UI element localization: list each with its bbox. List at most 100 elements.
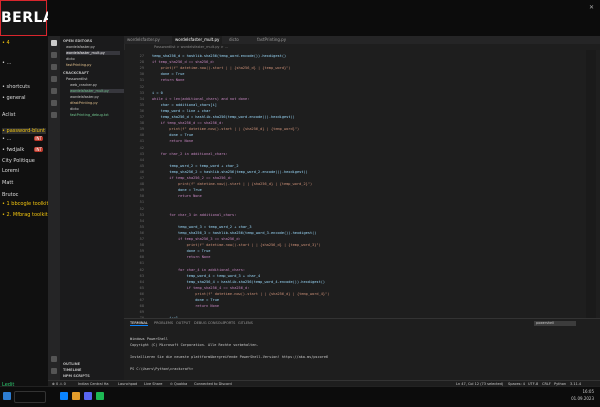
- code-line[interactable]: while i < len(additional_chars) and not …: [152, 97, 249, 101]
- code-line[interactable]: done = True: [152, 72, 185, 76]
- folder-item[interactable]: dicto: [70, 107, 79, 111]
- code-line[interactable]: done = True: [152, 298, 219, 302]
- code-line[interactable]: if temp_sha256_d == sha256_d:: [152, 121, 224, 125]
- left-panel-item[interactable]: • 2. Mfbrag toolkit: [2, 212, 48, 218]
- discord-icon[interactable]: [84, 392, 92, 400]
- left-panel-item[interactable]: • shortcuts: [2, 84, 30, 90]
- left-panel-item[interactable]: Loremi: [2, 168, 19, 174]
- panel-tab-terminal[interactable]: TERMINAL: [130, 321, 148, 326]
- panel-tab-debug-console[interactable]: DEBUG CONSOLE: [194, 321, 225, 325]
- brand-logo[interactable]: BERLAB: [0, 0, 65, 36]
- left-panel-item[interactable]: • general: [2, 95, 26, 101]
- left-panel-item[interactable]: Matt: [2, 180, 13, 186]
- code-line[interactable]: print(f" datetime.now()-start | | {sha25…: [152, 182, 312, 186]
- line-number: 68: [139, 304, 144, 309]
- editor-tab-active[interactable]: wordelsfaster_mult.py: [172, 36, 223, 44]
- folder-item[interactable]: web_cracker.py: [70, 83, 97, 87]
- code-line[interactable]: for char_2 in additional_chars:: [152, 152, 228, 156]
- taskbar-time[interactable]: 16:05: [582, 389, 594, 394]
- open-editors-header[interactable]: OPEN EDITORS: [63, 39, 92, 43]
- left-panel-item[interactable]: • 4: [2, 40, 10, 46]
- terminal-prompt[interactable]: PS C:\Users\Python\crackcraft>: [130, 367, 193, 371]
- folder-item[interactable]: Passwordlist: [66, 77, 88, 81]
- panel-tab-ports[interactable]: PORTS: [224, 321, 235, 325]
- code-line[interactable]: temp_sha256_d = hashlib.sha256(temp_word…: [152, 54, 286, 58]
- code-line[interactable]: temp_sha256_d = hashlib.sha256(temp_word…: [152, 115, 295, 119]
- left-panel-item[interactable]: City Politique: [2, 158, 35, 164]
- left-panel-item[interactable]: Aclist: [2, 112, 15, 118]
- code-line[interactable]: done = True: [152, 188, 202, 192]
- code-line[interactable]: return None: [152, 78, 185, 82]
- code-line[interactable]: temp_sha256_2 = hashlib.sha256(temp_word…: [152, 170, 307, 174]
- code-line[interactable]: done = True: [152, 133, 193, 137]
- code-line[interactable]: temp_sha256_3 = hashlib.sha256(temp_word…: [152, 231, 316, 235]
- extensions-icon[interactable]: [51, 88, 57, 94]
- code-line[interactable]: i = 0: [152, 91, 163, 95]
- code-editor[interactable]: 27 temp_sha256_d = hashlib.sha256(temp_wo…: [124, 50, 590, 318]
- code-line[interactable]: temp_word_2 = temp_word + char_2: [152, 164, 238, 168]
- left-panel-item[interactable]: • …: [2, 136, 12, 142]
- left-panel-item[interactable]: • …: [2, 60, 12, 66]
- spotify-icon[interactable]: [96, 392, 104, 400]
- code-line[interactable]: if temp_sha256_2 == sha256_d:: [152, 176, 232, 180]
- folder-header[interactable]: CRACKCRAFT: [63, 71, 89, 75]
- code-line[interactable]: print(f" datetime.now()-start | | {sha25…: [152, 127, 299, 131]
- folder-item[interactable]: fastPrinting_debug.txt: [70, 113, 109, 117]
- editor-tab[interactable]: dicto: [226, 36, 242, 44]
- terminal-shell-select[interactable]: powershell: [534, 321, 576, 326]
- account-icon[interactable]: [51, 356, 57, 362]
- folder-item[interactable]: wordelsfaster.py: [70, 95, 99, 99]
- code-line[interactable]: char = additional_chars[i]: [152, 103, 217, 107]
- code-line[interactable]: done = True: [152, 249, 211, 253]
- panel-tab-output[interactable]: OUTPUT: [176, 321, 190, 325]
- open-editor-item[interactable]: wordelsfaster_mult.py: [66, 51, 120, 55]
- panel-tab-gitlens[interactable]: GITLENS: [238, 321, 253, 325]
- panel-tab-problems[interactable]: PROBLEMS: [154, 321, 173, 325]
- close-icon[interactable]: ✕: [589, 4, 594, 11]
- code-line[interactable]: return None: [152, 255, 211, 259]
- search-icon[interactable]: [51, 52, 57, 58]
- vscode-icon[interactable]: [60, 392, 68, 400]
- code-line[interactable]: return None: [152, 139, 193, 143]
- testing-icon[interactable]: [51, 112, 57, 118]
- taskbar-search[interactable]: [14, 391, 46, 403]
- code-line[interactable]: for char_3 in additional_chars:: [152, 213, 236, 217]
- editor-tab[interactable]: wordelsfaster.py: [124, 36, 163, 44]
- start-icon[interactable]: [3, 392, 11, 400]
- open-editor-item[interactable]: fastPrinting.py: [66, 63, 91, 67]
- code-line[interactable]: return None: [152, 194, 202, 198]
- code-line[interactable]: if temp_sha256_d == sha256_d:: [152, 60, 215, 64]
- left-panel-item[interactable]: • password-blunt: [2, 128, 46, 134]
- left-panel-item[interactable]: • 1 bbcogle toolkit: [2, 201, 48, 207]
- code-line[interactable]: if temp_sha256_4 == sha256_d:: [152, 286, 250, 290]
- code-line[interactable]: temp_word = line + char: [152, 109, 211, 113]
- explorer-icon[interactable]: [51, 40, 57, 46]
- gear-icon[interactable]: [51, 368, 57, 374]
- code-line[interactable]: if temp_sha256_3 == sha256_d:: [152, 237, 241, 241]
- open-editor-item[interactable]: dicto: [66, 57, 75, 61]
- folder-item[interactable]: dfastPrinting.py: [70, 101, 98, 105]
- code-line[interactable]: for char_4 in additional_chars:: [152, 268, 245, 272]
- remote-explorer-icon[interactable]: [51, 100, 57, 106]
- code-line[interactable]: return None: [152, 304, 219, 308]
- source-control-icon[interactable]: [51, 64, 57, 70]
- npm-scripts-section[interactable]: NPM SCRIPTS: [63, 374, 90, 378]
- code-line[interactable]: print(f" datetime.now()-start | | {sha25…: [152, 66, 291, 70]
- explorer-app-icon[interactable]: [72, 392, 80, 400]
- outline-section[interactable]: OUTLINE: [63, 362, 80, 366]
- open-editor-item[interactable]: wordelsfaster.py: [66, 45, 95, 49]
- editor-tab[interactable]: fastPrinting.py: [254, 36, 289, 44]
- taskbar-date[interactable]: 01.09.2023: [571, 396, 594, 401]
- timeline-section[interactable]: TIMELINE: [63, 368, 81, 372]
- minimap[interactable]: [586, 50, 596, 318]
- code-line[interactable]: print(f" datetime.now()-start | | {sha25…: [152, 243, 321, 247]
- line-number: 47: [139, 176, 144, 180]
- run-debug-icon[interactable]: [51, 76, 57, 82]
- code-line[interactable]: temp_word_3 = temp_word_2 + char_3: [152, 225, 252, 229]
- folder-item[interactable]: wordelsfaster_mult.py: [70, 89, 124, 93]
- code-line[interactable]: temp_sha256_4 = hashlib.sha256(temp_word…: [152, 280, 325, 284]
- left-panel-item[interactable]: • fwdjalk: [2, 147, 24, 153]
- left-panel-item[interactable]: Brutoc: [2, 192, 18, 198]
- code-line[interactable]: temp_word_4 = temp_word_3 + char_4: [152, 274, 261, 278]
- code-line[interactable]: print(f" datetime.now()-start | | {sha25…: [152, 292, 329, 296]
